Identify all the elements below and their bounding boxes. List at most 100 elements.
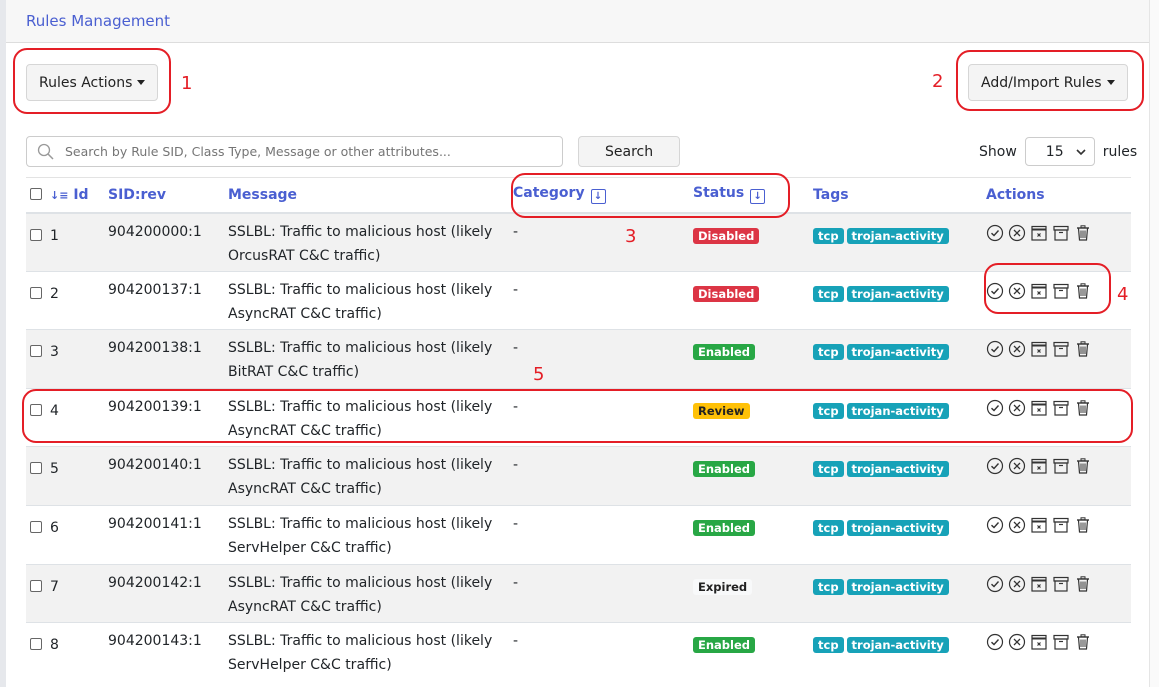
check-circle-icon[interactable] [986,224,1004,242]
scrollbar[interactable] [1149,0,1159,687]
table-row: 4 904200139:1 SSLBL: Traffic to maliciou… [26,387,1131,447]
x-circle-icon[interactable] [1008,457,1026,475]
row-checkbox[interactable] [30,520,42,533]
rule-id: 5 [50,461,59,478]
col-category[interactable]: Category ↓ [513,177,693,214]
calendar-x-icon[interactable] [1030,399,1048,417]
row-checkbox[interactable] [30,228,42,241]
calendar-x-icon[interactable] [1030,633,1048,651]
x-circle-icon[interactable] [1008,633,1026,651]
check-circle-icon[interactable] [986,633,1004,651]
calendar-x-icon[interactable] [1030,516,1048,534]
archive-icon[interactable] [1052,575,1070,593]
x-circle-icon[interactable] [1008,575,1026,593]
cell-tags: tcp trojan-activity [813,270,986,330]
cell-category: - [513,387,693,447]
row-actions [986,224,1131,242]
rules-actions-button[interactable]: Rules Actions [26,64,159,101]
sort-icon[interactable]: ↓≡ [50,189,68,202]
cell-sid: 904200000:1 [108,212,228,272]
row-checkbox[interactable] [30,638,42,651]
page-size-value: 15 [1045,143,1064,160]
table-row: 1 904200000:1 SSLBL: Traffic to maliciou… [26,212,1131,272]
select-all-checkbox[interactable] [30,187,42,200]
check-circle-icon[interactable] [986,340,1004,358]
cell-status: Disabled [693,212,813,272]
cell-category: - [513,622,693,682]
calendar-x-icon[interactable] [1030,457,1048,475]
col-id[interactable]: ↓≡ Id [26,177,108,214]
row-checkbox[interactable] [30,345,42,358]
add-import-rules-button[interactable]: Add/Import Rules [968,64,1128,101]
col-sid[interactable]: SID:rev [108,177,228,214]
trash-icon[interactable] [1074,340,1092,358]
status-badge: Enabled [693,344,756,361]
search-box [26,136,563,167]
left-border [0,0,6,687]
col-status-label: Status [693,185,745,202]
archive-icon[interactable] [1052,282,1070,300]
cell-id: 2 [26,270,108,330]
cell-id: 3 [26,329,108,389]
check-circle-icon[interactable] [986,457,1004,475]
cell-sid: 904200141:1 [108,504,228,565]
cell-sid: 904200143:1 [108,622,228,682]
trash-icon[interactable] [1074,516,1092,534]
archive-icon[interactable] [1052,457,1070,475]
col-status[interactable]: Status ↓ [693,177,813,214]
cell-actions [986,504,1131,565]
x-circle-icon[interactable] [1008,399,1026,417]
rule-id: 6 [50,519,59,536]
tag-badge: trojan-activity [846,578,949,595]
check-circle-icon[interactable] [986,575,1004,593]
search-button[interactable]: Search [578,136,681,167]
rules-label: rules [1102,143,1138,160]
row-checkbox[interactable] [30,403,42,416]
calendar-x-icon[interactable] [1030,340,1048,358]
archive-icon[interactable] [1052,516,1070,534]
status-badge: Expired [693,578,753,595]
tag-badge: trojan-activity [846,285,949,302]
tag-badge: tcp [813,344,844,361]
annotation-number: 5 [533,364,545,385]
tag-badge: trojan-activity [846,227,949,244]
archive-icon[interactable] [1052,340,1070,358]
x-circle-icon[interactable] [1008,516,1026,534]
annotation-number: 1 [181,73,193,94]
cell-category: - [513,446,693,506]
x-circle-icon[interactable] [1008,282,1026,300]
x-circle-icon[interactable] [1008,224,1026,242]
x-circle-icon[interactable] [1008,340,1026,358]
trash-icon[interactable] [1074,224,1092,242]
trash-icon[interactable] [1074,575,1092,593]
row-checkbox[interactable] [30,462,42,475]
check-circle-icon[interactable] [986,516,1004,534]
trash-icon[interactable] [1074,282,1092,300]
row-actions [986,516,1131,534]
sort-down-icon[interactable]: ↓ [750,189,766,205]
trash-icon[interactable] [1074,457,1092,475]
cell-message: SSLBL: Traffic to malicious host (likely… [228,504,513,565]
archive-icon[interactable] [1052,633,1070,651]
sort-down-icon[interactable]: ↓ [590,189,606,205]
col-message[interactable]: Message [228,177,513,214]
row-checkbox[interactable] [30,579,42,592]
archive-icon[interactable] [1052,224,1070,242]
cell-actions [986,622,1131,682]
cell-actions [986,446,1131,506]
check-circle-icon[interactable] [986,282,1004,300]
calendar-x-icon[interactable] [1030,224,1048,242]
row-actions [986,633,1131,651]
cell-actions [986,563,1131,623]
cell-sid: 904200137:1 [108,270,228,330]
row-checkbox[interactable] [30,286,42,299]
check-circle-icon[interactable] [986,399,1004,417]
calendar-x-icon[interactable] [1030,282,1048,300]
search-input[interactable] [65,144,545,159]
trash-icon[interactable] [1074,633,1092,651]
calendar-x-icon[interactable] [1030,575,1048,593]
trash-icon[interactable] [1074,399,1092,417]
archive-icon[interactable] [1052,399,1070,417]
status-badge: Enabled [693,461,756,478]
page-size-select[interactable]: 15 [1024,137,1095,166]
